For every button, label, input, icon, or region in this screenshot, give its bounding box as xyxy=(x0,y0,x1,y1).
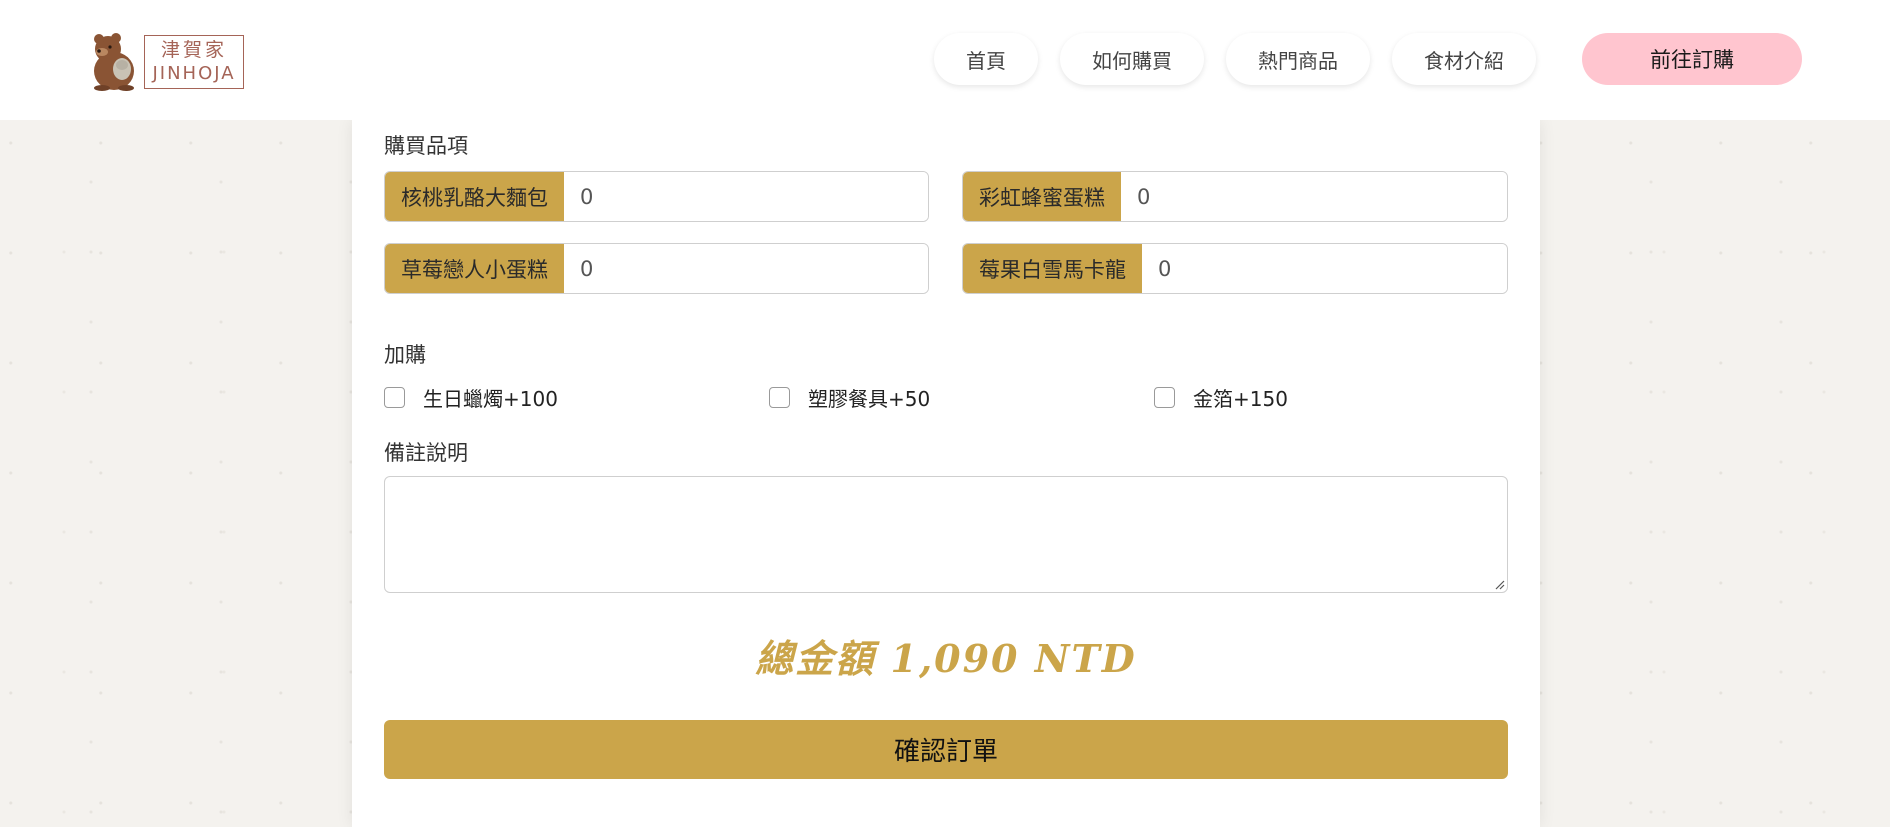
addon-label: 生日蠟燭+100 xyxy=(423,387,558,411)
item-quantity-input[interactable] xyxy=(564,172,928,221)
item-label: 草莓戀人小蛋糕 xyxy=(385,244,564,293)
addon-label: 塑膠餐具+50 xyxy=(808,387,931,411)
nav-home[interactable]: 首頁 xyxy=(934,33,1038,85)
addon-checkbox[interactable] xyxy=(384,387,405,408)
site-header: 津賀家 JINHOJA 首頁 如何購買 熱門商品 食材介紹 前往訂購 xyxy=(0,0,1890,120)
addon-checkbox[interactable] xyxy=(769,387,790,408)
confirm-order-button[interactable]: 確認訂單 xyxy=(384,720,1508,779)
item-quantity-input[interactable] xyxy=(1121,172,1507,221)
item-label: 核桃乳酪大麵包 xyxy=(385,172,564,221)
resize-grip-icon[interactable] xyxy=(1493,578,1505,590)
logo-wordmark: 津賀家 JINHOJA xyxy=(144,35,244,89)
remark-textarea[interactable] xyxy=(384,476,1508,593)
addons-section-label: 加購 xyxy=(384,343,426,367)
addon-label: 金箔+150 xyxy=(1193,387,1288,411)
nav-ingredients[interactable]: 食材介紹 xyxy=(1392,33,1536,85)
item-walnut-cheese-bread: 核桃乳酪大麵包 xyxy=(384,171,929,222)
addon-plastic-cutlery[interactable]: 塑膠餐具+50 xyxy=(769,383,930,412)
addon-checkbox[interactable] xyxy=(1154,387,1175,408)
addon-gold-leaf[interactable]: 金箔+150 xyxy=(1154,383,1288,412)
nav-popular-products[interactable]: 熱門商品 xyxy=(1226,33,1370,85)
logo-english-text: JINHOJA xyxy=(152,63,236,84)
item-strawberry-lover-cake: 草莓戀人小蛋糕 xyxy=(384,243,929,294)
brand-logo[interactable]: 津賀家 JINHOJA xyxy=(88,33,244,91)
logo-chinese-text: 津賀家 xyxy=(160,39,227,61)
item-label: 莓果白雪馬卡龍 xyxy=(963,244,1142,293)
order-total: 總金額 1,090 NTD xyxy=(755,636,1137,681)
bear-mascot-icon xyxy=(94,33,134,91)
item-berry-snow-macaron: 莓果白雪馬卡龍 xyxy=(962,243,1508,294)
item-quantity-input[interactable] xyxy=(1142,244,1507,293)
item-label: 彩虹蜂蜜蛋糕 xyxy=(963,172,1121,221)
order-now-button[interactable]: 前往訂購 xyxy=(1582,33,1802,85)
item-rainbow-honey-cake: 彩虹蜂蜜蛋糕 xyxy=(962,171,1508,222)
item-quantity-input[interactable] xyxy=(564,244,928,293)
items-section-label: 購買品項 xyxy=(384,134,468,158)
remark-section-label: 備註說明 xyxy=(384,441,468,465)
nav-how-to-buy[interactable]: 如何購買 xyxy=(1060,33,1204,85)
main-nav: 首頁 如何購買 熱門商品 食材介紹 xyxy=(934,33,1536,85)
order-form-card: 購買品項 核桃乳酪大麵包 彩虹蜂蜜蛋糕 草莓戀人小蛋糕 莓果白雪馬卡龍 加購 生… xyxy=(352,120,1540,827)
addon-birthday-candle[interactable]: 生日蠟燭+100 xyxy=(384,383,558,412)
